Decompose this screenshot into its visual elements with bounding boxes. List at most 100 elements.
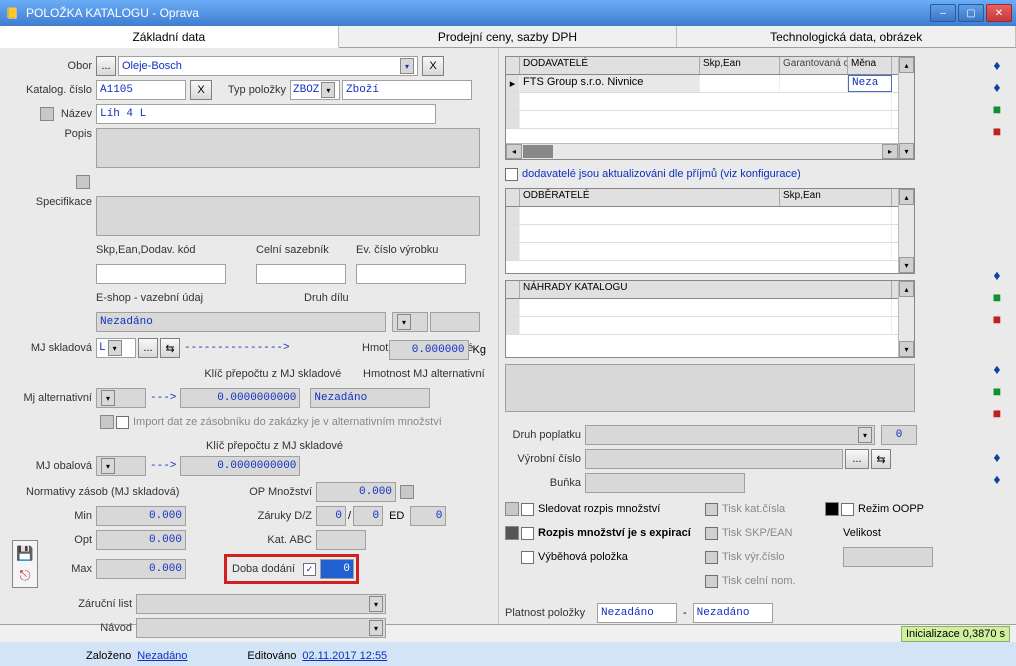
odb-up-icon[interactable]: ♦ bbox=[988, 266, 1006, 284]
note-up-icon[interactable]: ♦ bbox=[988, 448, 1006, 466]
odb-add-icon[interactable]: ■ bbox=[988, 288, 1006, 306]
cell-skpean[interactable] bbox=[700, 75, 780, 92]
hmotnost-input[interactable] bbox=[389, 340, 469, 360]
popis-textarea[interactable] bbox=[96, 128, 480, 168]
zarucni-list-select[interactable]: ▾ bbox=[136, 594, 386, 614]
tisk-vyr-checkbox[interactable] bbox=[705, 551, 718, 564]
mj-skladova-select[interactable]: L▾ bbox=[96, 338, 136, 358]
platnost-do-input[interactable] bbox=[693, 603, 773, 623]
tab-technologicka-data[interactable]: Technologická data, obrázek bbox=[677, 26, 1016, 47]
eshop-input[interactable] bbox=[96, 312, 386, 332]
kat-abc-input[interactable] bbox=[316, 530, 366, 550]
hscroll-dodavatele[interactable]: ◂▸ bbox=[506, 143, 898, 159]
sledovat-checkbox[interactable] bbox=[521, 503, 534, 516]
zalozeno-link[interactable]: Nezadáno bbox=[137, 650, 187, 662]
tab-prodejni-ceny[interactable]: Prodejní ceny, sazby DPH bbox=[339, 26, 678, 47]
nahrady-note-textarea[interactable] bbox=[505, 364, 915, 412]
doba-dodani-checkbox[interactable]: ✓ bbox=[303, 563, 316, 576]
obor-lookup-button[interactable]: ... bbox=[96, 56, 116, 76]
vyrobni-cislo-lookup[interactable]: ... bbox=[845, 449, 869, 469]
close-button[interactable]: ✕ bbox=[986, 4, 1012, 22]
specifikace-textarea[interactable] bbox=[96, 196, 480, 236]
dod-down-icon[interactable]: ♦ bbox=[988, 78, 1006, 96]
druh-poplatku-select[interactable]: ▾ bbox=[585, 425, 875, 445]
grid-nahrady[interactable]: NÁHRADY KATALOGU ▴▾ bbox=[505, 280, 915, 358]
exit-icon[interactable]: ⎋ bbox=[16, 566, 34, 584]
klic2-input[interactable] bbox=[180, 456, 300, 476]
zaruky-d-input[interactable] bbox=[316, 506, 346, 526]
mj-skladova-lookup[interactable]: ... bbox=[138, 338, 158, 358]
mj-alt-select[interactable]: ▾ bbox=[96, 388, 146, 408]
mj-skladova-sync-icon[interactable]: ⇆ bbox=[160, 338, 180, 358]
bunka-input[interactable] bbox=[585, 473, 745, 493]
klic-prepoctu-input[interactable] bbox=[180, 388, 300, 408]
grid-odberatele[interactable]: ODBĚRATELÉ Skp,Ean ▴▾ bbox=[505, 188, 915, 274]
tisk-celni-checkbox[interactable] bbox=[705, 575, 718, 588]
typ-polozky-text[interactable] bbox=[342, 80, 472, 100]
vscroll-nahrady[interactable]: ▴▾ bbox=[898, 281, 914, 357]
import-checkbox[interactable] bbox=[116, 416, 129, 429]
rezim-oopp-checkbox[interactable] bbox=[841, 503, 854, 516]
grid-dodavatele[interactable]: DODAVATELÉ Skp,Ean Garantovaná cena Měna… bbox=[505, 56, 915, 160]
mj-obal-select[interactable]: ▾ bbox=[96, 456, 146, 476]
opt-input[interactable] bbox=[96, 530, 186, 550]
row-selector-icon[interactable]: ▸ bbox=[506, 75, 520, 92]
vyrobni-cislo-input[interactable] bbox=[585, 449, 843, 469]
min-input[interactable] bbox=[96, 506, 186, 526]
obor-clear-button[interactable]: X bbox=[422, 56, 444, 76]
zaruky-z-input[interactable] bbox=[353, 506, 383, 526]
lbl-ev-cislo: Ev. číslo výrobku bbox=[356, 244, 456, 256]
typ-polozky-select[interactable]: ZBOZ▾ bbox=[290, 80, 340, 100]
editovano-link[interactable]: 02.11.2017 12:55 bbox=[302, 650, 387, 662]
lbl-vybehova: Výběhová položka bbox=[538, 551, 628, 563]
zaruky-ed-input[interactable] bbox=[410, 506, 446, 526]
lbl-tisk-vyr: Tisk výr.číslo bbox=[722, 551, 785, 563]
ev-cislo-input[interactable] bbox=[356, 264, 466, 284]
doba-dodani-highlight: Doba dodání ✓ bbox=[224, 554, 359, 584]
nazev-input[interactable] bbox=[96, 104, 436, 124]
dod-up-icon[interactable]: ♦ bbox=[988, 56, 1006, 74]
maximize-button[interactable]: ▢ bbox=[958, 4, 984, 22]
katalog-clear-button[interactable]: X bbox=[190, 80, 212, 100]
rozpis-checkbox[interactable] bbox=[521, 527, 534, 540]
max-input[interactable] bbox=[96, 559, 186, 579]
celni-sazebnik-input[interactable] bbox=[256, 264, 346, 284]
lbl-doba-dodani: Doba dodání bbox=[229, 563, 299, 575]
nahr-add-icon[interactable]: ■ bbox=[988, 382, 1006, 400]
obor-input[interactable]: Oleje-Bosch▾ bbox=[118, 56, 418, 76]
platnost-od-input[interactable] bbox=[597, 603, 677, 623]
odb-del-icon[interactable]: ■ bbox=[988, 310, 1006, 328]
vybehova-checkbox[interactable] bbox=[521, 551, 534, 564]
note-down-icon[interactable]: ♦ bbox=[988, 470, 1006, 488]
nahr-del-icon[interactable]: ■ bbox=[988, 404, 1006, 422]
cell-garant[interactable] bbox=[780, 75, 848, 92]
dod-del-icon[interactable]: ■ bbox=[988, 122, 1006, 140]
cell-mena[interactable]: Neza bbox=[848, 75, 892, 92]
minimize-button[interactable]: – bbox=[930, 4, 956, 22]
velikost-input[interactable] bbox=[843, 547, 933, 567]
druh-dilu-select[interactable]: ▾ bbox=[392, 312, 428, 332]
hmot-alt-input[interactable] bbox=[310, 388, 430, 408]
dod-add-icon[interactable]: ■ bbox=[988, 100, 1006, 118]
save-icon[interactable]: 💾 bbox=[16, 544, 34, 562]
tisk-skp-checkbox[interactable] bbox=[705, 527, 718, 540]
dod-aktual-checkbox[interactable] bbox=[505, 168, 518, 181]
katalog-cislo-input[interactable] bbox=[96, 80, 186, 100]
vscroll-dodavatele[interactable]: ▴▾ bbox=[898, 57, 914, 159]
doba-dodani-input[interactable] bbox=[320, 559, 354, 579]
druh-poplatku-count[interactable] bbox=[881, 425, 917, 445]
skp-ean-input[interactable] bbox=[96, 264, 226, 284]
lbl-hmot-alt: Hmotnost MJ alternativní bbox=[363, 368, 492, 380]
cell-dodavatel[interactable]: FTS Group s.r.o. Nivnice bbox=[520, 75, 700, 92]
nahr-up-icon[interactable]: ♦ bbox=[988, 360, 1006, 378]
lbl-bunka: Buňka bbox=[505, 477, 585, 489]
vscroll-odberatele[interactable]: ▴▾ bbox=[898, 189, 914, 273]
tisk-kat-checkbox[interactable] bbox=[705, 503, 718, 516]
lbl-popis: Popis bbox=[6, 128, 96, 140]
druh-dilu-text[interactable] bbox=[430, 312, 480, 332]
op-mnozstvi-input[interactable] bbox=[316, 482, 396, 502]
tab-zakladni-data[interactable]: Základní data bbox=[0, 26, 339, 48]
navod-select[interactable]: ▾ bbox=[136, 618, 386, 638]
vyrobni-cislo-sync-icon[interactable]: ⇆ bbox=[871, 449, 891, 469]
lbl-druh-dilu: Druh dílu bbox=[304, 292, 404, 304]
